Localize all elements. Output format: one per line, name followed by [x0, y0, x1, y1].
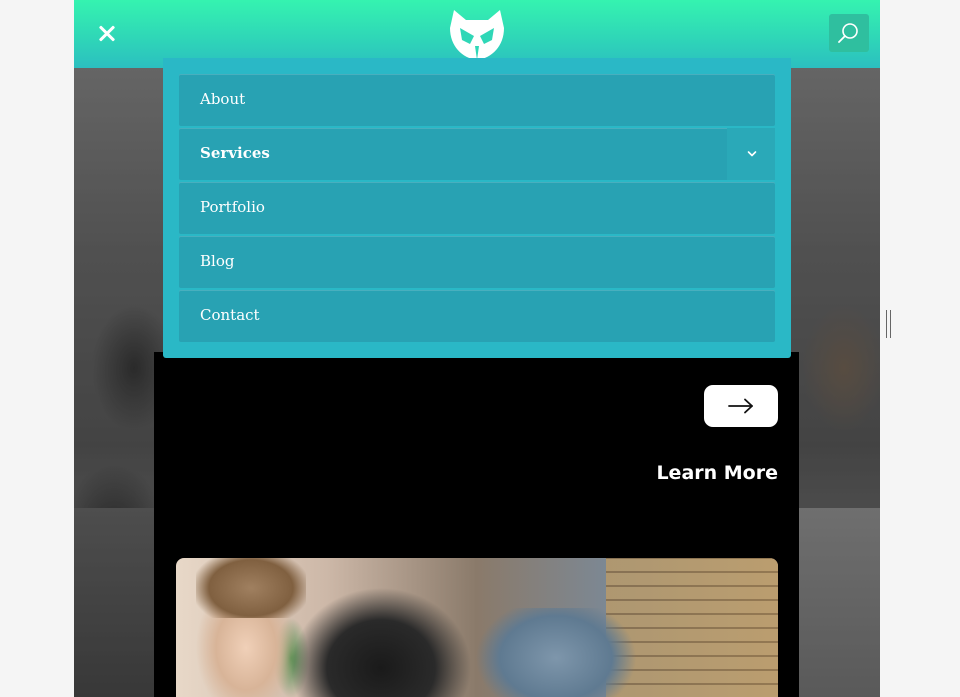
- arrow-button[interactable]: [704, 385, 778, 427]
- arrow-right-icon: [728, 398, 753, 414]
- menu-item-portfolio[interactable]: Portfolio: [179, 182, 775, 234]
- chevron-down-icon: [747, 151, 757, 157]
- photo-chair: [476, 608, 636, 697]
- page: About Services Portfolio Blog Contact Le…: [74, 0, 880, 697]
- menu-item-label: Portfolio: [200, 198, 265, 216]
- mobile-menu: About Services Portfolio Blog Contact: [163, 58, 791, 358]
- menu-item-about[interactable]: About: [179, 74, 775, 126]
- submenu-toggle-button[interactable]: [727, 128, 775, 180]
- search-icon: [838, 23, 858, 43]
- learn-more-link[interactable]: Learn More: [656, 462, 778, 484]
- menu-item-label: Blog: [200, 252, 235, 270]
- menu-item-label: Contact: [200, 306, 260, 324]
- menu-item-services[interactable]: Services: [179, 128, 775, 180]
- menu-item-label: Services: [200, 144, 270, 162]
- photo-person: [286, 588, 476, 697]
- mask-logo-icon[interactable]: [448, 6, 506, 62]
- close-icon[interactable]: [94, 20, 122, 48]
- menu-item-blog[interactable]: Blog: [179, 236, 775, 288]
- card-photo: [176, 558, 778, 697]
- menu-item-label: About: [200, 90, 246, 108]
- search-button[interactable]: [829, 14, 869, 52]
- resize-grip[interactable]: [886, 310, 892, 338]
- menu-item-contact[interactable]: Contact: [179, 290, 775, 342]
- content-card: Learn More: [154, 352, 799, 697]
